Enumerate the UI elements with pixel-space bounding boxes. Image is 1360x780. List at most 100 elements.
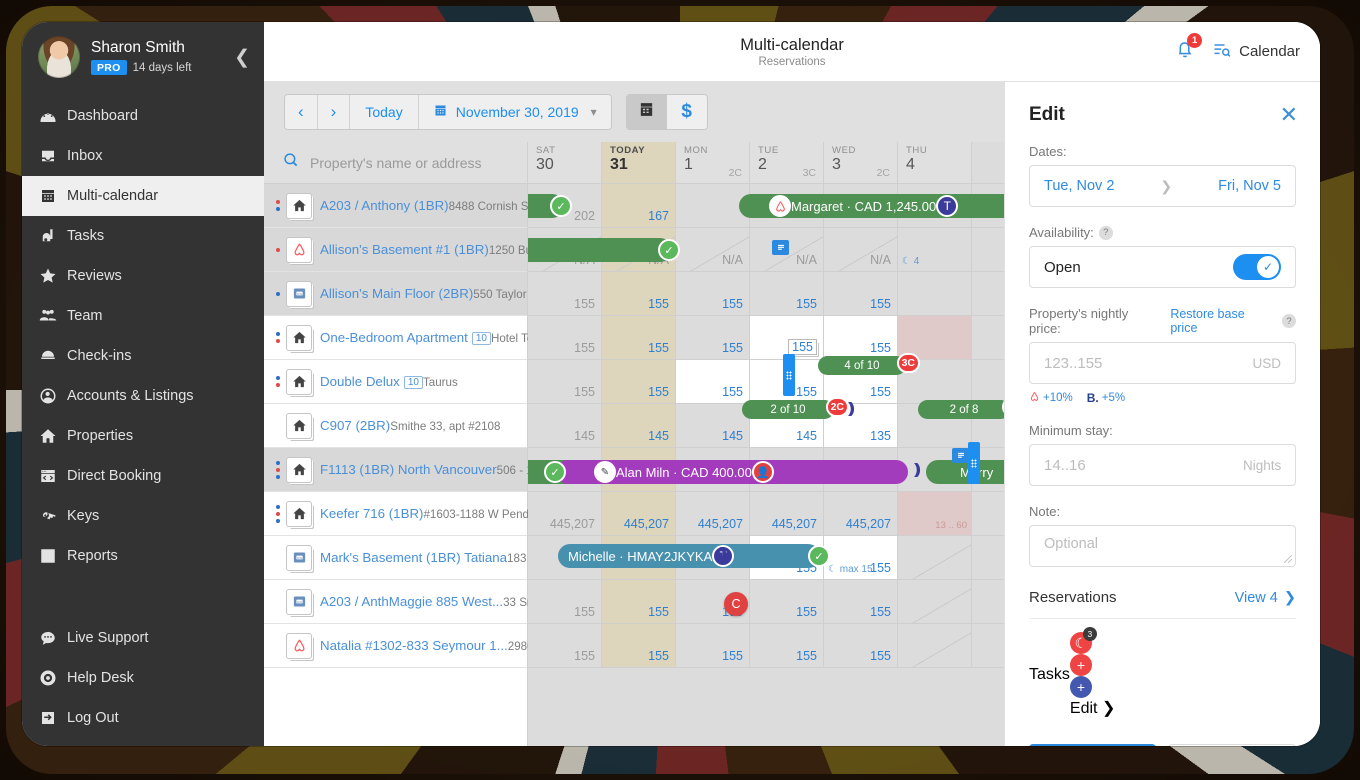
- calendar-cell[interactable]: 155: [602, 316, 676, 359]
- day-header-cell[interactable]: TODAY 31: [602, 142, 676, 183]
- calendar-cell[interactable]: ☾ max 15 155: [824, 536, 898, 579]
- calendar-cell[interactable]: 155: [528, 316, 602, 359]
- calendar-cell[interactable]: 155: [602, 580, 676, 623]
- property-row[interactable]: F1113 (1BR) North Vancouver506 - 1330 Bu…: [264, 448, 642, 492]
- minstay-input[interactable]: [1044, 456, 1243, 474]
- calendar-cell[interactable]: 155: [602, 360, 676, 403]
- search-input[interactable]: [310, 154, 500, 171]
- add-task-icon[interactable]: +: [1069, 654, 1092, 676]
- property-name[interactable]: Mark's Basement (1BR) Tatiana: [320, 550, 507, 565]
- sidebar-item-reports[interactable]: Reports: [22, 536, 264, 576]
- cell-price[interactable]: 155: [574, 341, 595, 355]
- reservation-bar[interactable]: 2 of 8 2C: [918, 397, 1025, 419]
- property-row[interactable]: ICSA203 / AnthMaggie 885 West...33 Smith…: [264, 580, 618, 624]
- reservation-bar[interactable]: ✓ ✎ Alan Miln · CAD 400.00 👤: [544, 460, 908, 484]
- calendar-cell[interactable]: 145: [676, 404, 750, 447]
- sidebar-item-live-support[interactable]: Live Support: [22, 618, 264, 658]
- calendar-cell[interactable]: 155: [824, 624, 898, 667]
- calendar-cell[interactable]: 155: [750, 316, 824, 359]
- prev-period-button[interactable]: ‹: [285, 95, 318, 129]
- calendar-cell[interactable]: 155: [676, 624, 750, 667]
- reservation-bar[interactable]: 4 of 10 3C: [818, 353, 920, 375]
- cell-price[interactable]: 155: [722, 297, 743, 311]
- calendar-cell[interactable]: ☾ 4: [898, 228, 972, 271]
- cell-price[interactable]: 445,207: [846, 517, 891, 531]
- cell-price[interactable]: 155: [722, 385, 743, 399]
- property-row[interactable]: ICS Allison's Main Floor (2BR)550 Taylor …: [264, 272, 622, 316]
- cell-price[interactable]: 155: [648, 605, 669, 619]
- cell-price[interactable]: 145: [648, 429, 669, 443]
- cell-price[interactable]: 155: [574, 649, 595, 663]
- calendar-cell[interactable]: 155: [602, 272, 676, 315]
- cell-price[interactable]: 155: [574, 297, 595, 311]
- calendar-cell[interactable]: 155: [676, 316, 750, 359]
- day-header-cell[interactable]: WED 3 2C: [824, 142, 898, 183]
- sidebar-item-inbox[interactable]: Inbox: [22, 136, 264, 176]
- cell-price[interactable]: 155: [648, 297, 669, 311]
- cell-price[interactable]: 155: [796, 297, 817, 311]
- sidebar-item-accounts-listings[interactable]: Accounts & Listings: [22, 376, 264, 416]
- sidebar-item-dashboard[interactable]: Dashboard: [22, 96, 264, 136]
- cleaning-task-icon[interactable]: ☾ 3: [1069, 627, 1097, 654]
- calendar-cell[interactable]: 155: [676, 272, 750, 315]
- calendar-cell[interactable]: [898, 624, 972, 667]
- date-to[interactable]: Fri, Nov 5: [1218, 178, 1281, 194]
- day-header-cell[interactable]: MON 1 2C: [676, 142, 750, 183]
- sidebar-item-check-ins[interactable]: Check-ins: [22, 336, 264, 376]
- price-input[interactable]: [1044, 354, 1253, 372]
- dates-field[interactable]: Tue, Nov 2 ❯ Fri, Nov 5: [1029, 165, 1296, 207]
- drag-handle[interactable]: [783, 354, 795, 396]
- property-name[interactable]: Allison's Basement #1 (1BR): [320, 242, 489, 257]
- cell-price[interactable]: 445,207: [624, 517, 669, 531]
- calendar-cell[interactable]: 445,207: [602, 492, 676, 535]
- calendar-cell[interactable]: [898, 536, 972, 579]
- calendar-cell[interactable]: 445,207: [528, 492, 602, 535]
- property-name[interactable]: Allison's Main Floor (2BR): [320, 286, 473, 301]
- sidebar-item-help-desk[interactable]: Help Desk: [22, 658, 264, 698]
- calendar-cell[interactable]: 155: [824, 272, 898, 315]
- calendar-view-toggle[interactable]: [626, 95, 667, 129]
- property-name[interactable]: Double Delux 10: [320, 374, 423, 389]
- cell-price[interactable]: 202: [574, 209, 595, 223]
- reservation-bar[interactable]: 2 of 10 2C: [742, 397, 849, 419]
- calendar-cell[interactable]: 445,207: [750, 492, 824, 535]
- edit-pencil-icon[interactable]: ✎: [594, 461, 616, 483]
- calendar-cell[interactable]: 145: [528, 404, 602, 447]
- sidebar-item-reviews[interactable]: Reviews: [22, 256, 264, 296]
- property-name[interactable]: A203 / AnthMaggie 885 West...: [320, 594, 503, 609]
- cell-price[interactable]: 445,207: [550, 517, 595, 531]
- save-button[interactable]: Save: [1029, 744, 1156, 746]
- property-name[interactable]: C907 (2BR): [320, 418, 390, 433]
- help-icon[interactable]: ?: [1282, 314, 1296, 328]
- cell-price[interactable]: 155: [648, 649, 669, 663]
- cell-price[interactable]: 445,207: [698, 517, 743, 531]
- add-custom-task-icon[interactable]: +: [1069, 676, 1092, 698]
- availability-toggle[interactable]: ✓: [1233, 254, 1281, 280]
- today-button[interactable]: Today: [350, 95, 419, 129]
- calendar-cell[interactable]: 13 .. 60: [898, 492, 972, 535]
- date-from[interactable]: Tue, Nov 2: [1044, 178, 1114, 194]
- calendar-cell[interactable]: [898, 580, 972, 623]
- cleaning-task-icon[interactable]: C: [724, 592, 748, 616]
- day-header-cell[interactable]: THU 4: [898, 142, 972, 183]
- cell-price[interactable]: 155: [648, 341, 669, 355]
- next-period-button[interactable]: ›: [317, 95, 351, 129]
- property-name[interactable]: One-Bedroom Apartment 10: [320, 330, 491, 345]
- cell-price[interactable]: 155: [870, 385, 891, 399]
- calendar-cell[interactable]: 155: [528, 272, 602, 315]
- cell-price[interactable]: 155: [648, 385, 669, 399]
- cell-price[interactable]: 155: [574, 385, 595, 399]
- cell-price[interactable]: 155: [788, 339, 817, 355]
- cell-price[interactable]: 445,207: [772, 517, 817, 531]
- cell-price[interactable]: 145: [796, 429, 817, 443]
- note-icon[interactable]: [952, 448, 969, 463]
- calendar-cell[interactable]: 155: [602, 624, 676, 667]
- cell-price[interactable]: 155: [796, 385, 817, 399]
- day-header-cell[interactable]: SAT 30: [528, 142, 602, 183]
- cell-price[interactable]: 155: [796, 649, 817, 663]
- calendar-cell[interactable]: N/A: [824, 228, 898, 271]
- cell-price[interactable]: 155: [722, 341, 743, 355]
- cancel-button[interactable]: Cancel: [1167, 744, 1296, 746]
- calendar-cell[interactable]: 145: [602, 404, 676, 447]
- help-icon[interactable]: ?: [1098, 225, 1113, 240]
